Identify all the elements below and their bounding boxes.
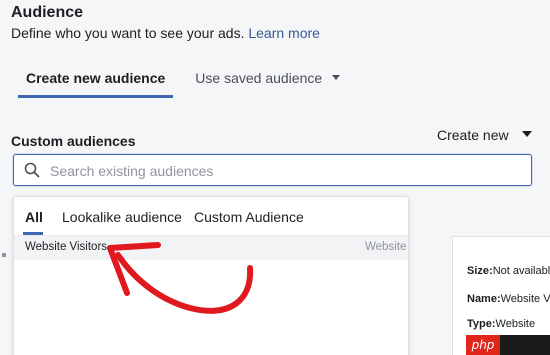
- audience-name: Website Visitors: [25, 241, 108, 253]
- audience-list-item[interactable]: Website Visitors Website: [14, 236, 408, 260]
- caret-down-icon: [332, 74, 341, 80]
- detail-type-label: Type:: [467, 318, 496, 330]
- dropdown-tabs: All Lookalike audience Custom Audience: [14, 197, 408, 236]
- detail-size: Size:Not available: [467, 265, 550, 277]
- dropdown-tab-all[interactable]: All: [25, 209, 43, 225]
- create-new-button[interactable]: Create new: [437, 127, 533, 143]
- create-new-label: Create new: [437, 127, 509, 143]
- caret-down-icon: [522, 131, 533, 138]
- learn-more-link[interactable]: Learn more: [248, 25, 320, 41]
- section-description: Define who you want to see your ads. Lea…: [11, 25, 320, 41]
- search-field[interactable]: [13, 154, 532, 186]
- search-icon: [24, 162, 40, 178]
- tab-create-new-audience[interactable]: Create new audience: [18, 58, 174, 98]
- dropdown-tab-lookalike[interactable]: Lookalike audience: [62, 209, 182, 225]
- search-input[interactable]: [48, 159, 522, 183]
- active-tab-indicator: [23, 232, 43, 235]
- detail-name: Name:Website Visitors: [467, 293, 550, 305]
- watermark-block: [500, 335, 550, 355]
- detail-name-label: Name:: [467, 293, 501, 305]
- detail-size-label: Size:: [467, 265, 493, 277]
- custom-audiences-label: Custom audiences: [11, 133, 136, 149]
- dropdown-tab-custom-audience[interactable]: Custom Audience: [194, 209, 304, 225]
- detail-size-value: Not available: [492, 265, 550, 277]
- detail-name-value: Website Visitors: [500, 293, 550, 305]
- detail-type: Type:Website: [467, 318, 535, 330]
- audience-type: Website: [365, 241, 407, 253]
- audience-tabs: Create new audience Use saved audience: [18, 58, 348, 98]
- detail-type-value: Website: [495, 318, 536, 330]
- tab-label: Create new audience: [26, 70, 166, 86]
- divider-mark: [2, 253, 6, 257]
- audience-dropdown: All Lookalike audience Custom Audience W…: [13, 196, 409, 355]
- section-title: Audience: [11, 4, 84, 21]
- watermark: php: [466, 335, 550, 355]
- tab-label: Use saved audience: [195, 70, 323, 86]
- tab-use-saved-audience[interactable]: Use saved audience: [187, 58, 348, 98]
- watermark-text: php: [466, 335, 500, 355]
- audience-page: Audience Define who you want to see your…: [0, 0, 550, 355]
- description-text: Define who you want to see your ads.: [11, 25, 245, 41]
